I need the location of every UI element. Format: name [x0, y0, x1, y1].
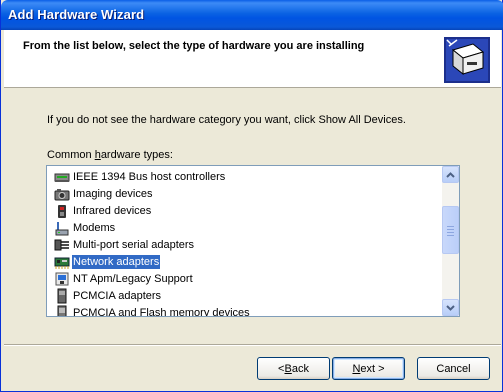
- power-icon: [55, 272, 69, 285]
- chevron-down-icon: [446, 304, 455, 311]
- list-item[interactable]: Infrared devices: [47, 202, 442, 219]
- list-item[interactable]: PCMCIA adapters: [47, 287, 442, 304]
- wizard-window: Add Hardware Wizard From the list below,…: [0, 0, 503, 392]
- chevron-up-icon: [446, 171, 455, 178]
- hardware-wizard-icon: [444, 37, 490, 83]
- scroll-down-button[interactable]: [442, 299, 459, 316]
- list-item[interactable]: IEEE 1394 Bus host controllers: [47, 168, 442, 185]
- list-items: IEEE 1394 Bus host controllers Imaging de…: [47, 168, 442, 317]
- infrared-icon: [58, 204, 66, 218]
- serial-port-icon: [54, 239, 69, 250]
- page-heading: From the list below, select the type of …: [23, 40, 365, 52]
- wizard-header: From the list below, select the type of …: [4, 30, 501, 88]
- title-bar[interactable]: Add Hardware Wizard: [1, 0, 503, 30]
- list-item-label: IEEE 1394 Bus host controllers: [73, 170, 226, 183]
- list-item-label: Imaging devices: [73, 187, 153, 200]
- back-button[interactable]: < Back: [257, 357, 330, 380]
- footer-separator: [4, 344, 501, 346]
- list-item[interactable]: Multi-port serial adapters: [47, 236, 442, 253]
- ieee1394-icon: [54, 173, 70, 182]
- list-item-label: PCMCIA and Flash memory devices: [73, 306, 250, 317]
- list-item-label: Infrared devices: [73, 204, 152, 217]
- list-item[interactable]: NT Apm/Legacy Support: [47, 270, 442, 287]
- list-item[interactable]: PCMCIA and Flash memory devices: [47, 304, 442, 317]
- list-item-label: Modems: [73, 221, 116, 234]
- pcmcia-icon: [57, 288, 67, 303]
- list-item-label: Network adapters: [72, 254, 161, 269]
- list-item-label: Multi-port serial adapters: [73, 238, 195, 251]
- network-adapter-icon: [54, 257, 70, 269]
- next-button[interactable]: Next >: [332, 357, 405, 380]
- cancel-button[interactable]: Cancel: [417, 357, 490, 380]
- list-item[interactable]: Imaging devices: [47, 185, 442, 202]
- flash-memory-icon: [57, 305, 67, 316]
- scroll-up-button[interactable]: [442, 166, 459, 183]
- list-item[interactable]: Network adapters: [47, 253, 442, 270]
- window-title: Add Hardware Wizard: [8, 7, 145, 22]
- vertical-scrollbar[interactable]: [442, 166, 459, 316]
- hardware-types-list[interactable]: IEEE 1394 Bus host controllers Imaging de…: [46, 165, 460, 317]
- modem-icon: [55, 221, 69, 235]
- list-item[interactable]: Modems: [47, 219, 442, 236]
- camera-icon: [54, 188, 70, 200]
- list-item-label: PCMCIA adapters: [73, 289, 162, 302]
- instructions-text: If you do not see the hardware category …: [47, 114, 406, 126]
- scroll-thumb[interactable]: [442, 206, 459, 254]
- list-item-label: NT Apm/Legacy Support: [73, 272, 193, 285]
- list-label: Common hardware types:: [47, 149, 173, 161]
